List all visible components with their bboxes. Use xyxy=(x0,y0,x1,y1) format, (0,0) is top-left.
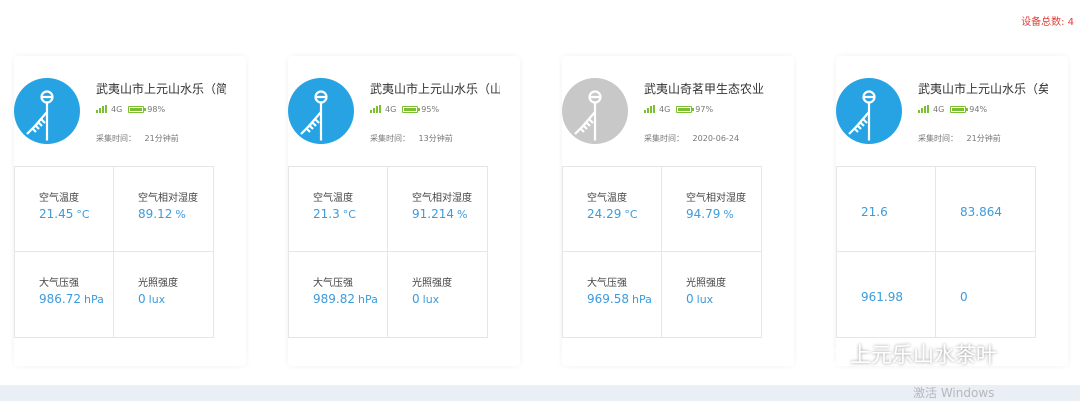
reading-label: 空气相对湿度 xyxy=(412,193,472,204)
collect-time-label: 采集时间： xyxy=(644,134,684,143)
battery-icon xyxy=(676,105,695,113)
reading-value: 21.6 xyxy=(861,205,888,219)
signal-icon xyxy=(918,105,930,113)
reading-label: 空气温度 xyxy=(587,193,627,204)
reading-label: 光照强度 xyxy=(412,278,452,289)
readings-grid: 空气温度 21.3 °C 空气相对湿度 91.214% 大气压强 989.82 hP… xyxy=(288,166,488,338)
reading-air-temperature: 空气温度 24.29 °C xyxy=(563,167,662,252)
device-name: 武夷山市上元山水乐（山 xyxy=(370,82,500,96)
reading-value: 0 xyxy=(960,290,968,304)
device-name: 武夷山市上元山水乐（简 xyxy=(96,82,226,96)
network-type: 4G xyxy=(111,104,123,114)
network-type: 4G xyxy=(933,104,945,114)
reading-value: 0 lux xyxy=(686,292,714,306)
reading-air-humidity: 空气相对湿度 94.79% xyxy=(662,167,761,252)
reading-label: 大气压强 xyxy=(39,278,79,289)
battery-icon xyxy=(128,105,147,113)
device-station-icon xyxy=(836,78,902,144)
network-type: 4G xyxy=(385,104,397,114)
device-name: 武夷山市上元山水乐（矣 xyxy=(918,82,1048,96)
collect-time-value: 13分钟前 xyxy=(418,134,453,143)
reading-label: 空气温度 xyxy=(313,193,353,204)
collect-time-value: 21分钟前 xyxy=(966,134,1001,143)
reading-label: 光照强度 xyxy=(138,278,178,289)
reading-air-temperature: 空气温度 21.3 °C xyxy=(289,167,388,252)
collect-time: 采集时间： 13分钟前 xyxy=(370,133,459,144)
device-status: 4G 94% xyxy=(918,103,987,115)
reading-air-humidity: 空气相对湿度 89.12% xyxy=(114,167,213,252)
battery-level: 94% xyxy=(969,104,988,114)
device-card[interactable]: 武夷山市上元山水乐（矣 4G 94% 采集时间： 21分钟前 21.6 83.8… xyxy=(836,56,1068,366)
battery-icon xyxy=(402,105,421,113)
reading-light-intensity: 光照强度 0 lux xyxy=(114,252,213,337)
reading-cell: 83.864 xyxy=(936,167,1035,252)
readings-grid: 21.6 83.864 961.98 0 xyxy=(836,166,1036,338)
reading-cell: 0 xyxy=(936,252,1035,337)
reading-light-intensity: 光照强度 0 lux xyxy=(662,252,761,337)
reading-value: 989.82 hPa xyxy=(313,292,378,306)
device-station-icon xyxy=(14,78,80,144)
signal-icon xyxy=(96,105,108,113)
reading-light-intensity: 光照强度 0 lux xyxy=(388,252,487,337)
readings-grid: 空气温度 24.29 °C 空气相对湿度 94.79% 大气压强 969.58 hP… xyxy=(562,166,762,338)
watermark-text: 上元乐山水茶叶 xyxy=(850,343,997,367)
reading-value: 24.29 °C xyxy=(587,207,638,221)
collect-time-value: 21分钟前 xyxy=(144,134,179,143)
reading-value: 0 lux xyxy=(138,292,166,306)
reading-cell: 21.6 xyxy=(837,167,936,252)
readings-grid: 空气温度 21.45 °C 空气相对湿度 89.12% 大气压强 986.72 hP… xyxy=(14,166,214,338)
reading-value: 83.864 xyxy=(960,205,1002,219)
reading-value: 969.58 hPa xyxy=(587,292,652,306)
signal-icon xyxy=(370,105,382,113)
reading-air-pressure: 大气压强 986.72 hPa xyxy=(15,252,114,337)
device-card[interactable]: 武夷山市上元山水乐（简 4G 98% 采集时间： 21分钟前 空气温度 21.4… xyxy=(14,56,246,366)
top-bar: 设备总数: 4 xyxy=(0,0,1080,40)
collect-time: 采集时间： 21分钟前 xyxy=(918,133,1007,144)
battery-level: 97% xyxy=(695,104,714,114)
device-total-count: 设备总数: 4 xyxy=(1021,17,1074,28)
collect-time-label: 采集时间： xyxy=(918,134,958,143)
battery-level: 98% xyxy=(147,104,166,114)
reading-value: 21.45 °C xyxy=(39,207,90,221)
reading-label: 空气相对湿度 xyxy=(138,193,198,204)
collect-time-value: 2020-06-24 xyxy=(692,134,740,143)
reading-value: 961.98 xyxy=(861,290,903,304)
reading-air-humidity: 空气相对湿度 91.214% xyxy=(388,167,487,252)
collect-time-label: 采集时间： xyxy=(96,134,136,143)
wechat-watermark: 上元乐山水茶叶 xyxy=(808,339,997,369)
device-status: 4G 95% xyxy=(370,103,439,115)
reading-cell: 961.98 xyxy=(837,252,936,337)
device-status: 4G 98% xyxy=(96,103,165,115)
reading-air-pressure: 大气压强 989.82 hPa xyxy=(289,252,388,337)
collect-time-label: 采集时间： xyxy=(370,134,410,143)
reading-label: 空气相对湿度 xyxy=(686,193,746,204)
reading-label: 光照强度 xyxy=(686,278,726,289)
reading-value: 91.214% xyxy=(412,207,468,221)
reading-value: 21.3 °C xyxy=(313,207,356,221)
reading-air-temperature: 空气温度 21.45 °C xyxy=(15,167,114,252)
collect-time: 采集时间： 2020-06-24 xyxy=(644,133,745,144)
device-card[interactable]: 武夷山奇茗甲生态农业 4G 97% 采集时间： 2020-06-24 空气温度 … xyxy=(562,56,794,366)
reading-label: 空气温度 xyxy=(39,193,79,204)
device-card[interactable]: 武夷山市上元山水乐（山 4G 95% 采集时间： 13分钟前 空气温度 21.3… xyxy=(288,56,520,366)
reading-label: 大气压强 xyxy=(587,278,627,289)
windows-activation-notice: 激活 Windows xyxy=(913,386,995,400)
battery-level: 95% xyxy=(421,104,440,114)
reading-label: 大气压强 xyxy=(313,278,353,289)
device-station-icon xyxy=(562,78,628,144)
wechat-icon xyxy=(809,341,841,366)
reading-value: 986.72 hPa xyxy=(39,292,104,306)
device-station-icon xyxy=(288,78,354,144)
reading-value: 94.79% xyxy=(686,207,734,221)
reading-value: 89.12% xyxy=(138,207,186,221)
network-type: 4G xyxy=(659,104,671,114)
signal-icon xyxy=(644,105,656,113)
battery-icon xyxy=(950,105,969,113)
reading-air-pressure: 大气压强 969.58 hPa xyxy=(563,252,662,337)
collect-time: 采集时间： 21分钟前 xyxy=(96,133,185,144)
reading-value: 0 lux xyxy=(412,292,440,306)
device-status: 4G 97% xyxy=(644,103,713,115)
device-name: 武夷山奇茗甲生态农业 xyxy=(644,82,765,96)
